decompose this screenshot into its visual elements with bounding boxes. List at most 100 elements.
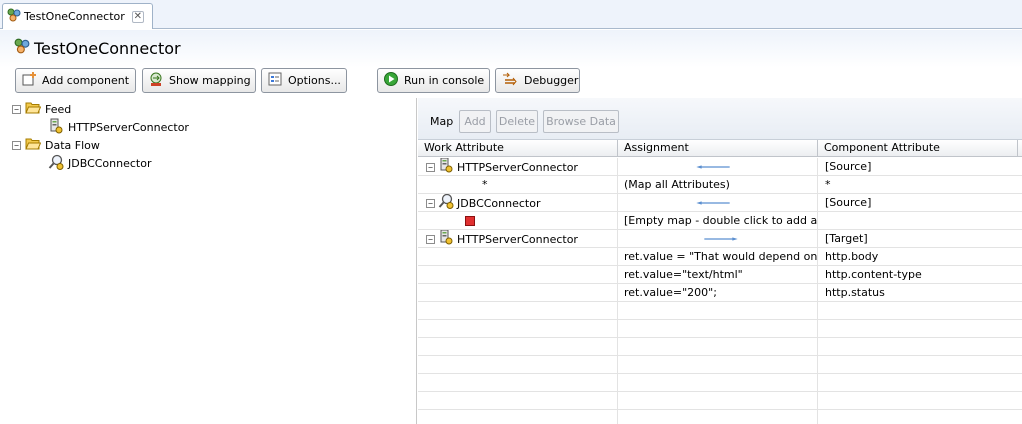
folder-open-icon	[25, 101, 42, 117]
map-label: Map	[430, 115, 454, 128]
work-attribute-cell: − HTTPServerConnector	[418, 158, 618, 176]
column-header-component-attribute[interactable]: Component Attribute	[818, 140, 1018, 157]
close-icon[interactable]: ✕	[131, 10, 144, 23]
component-attribute-cell	[818, 212, 1022, 230]
work-attribute-cell: − HTTPServerConnector	[418, 230, 618, 248]
arrow-left-icon	[696, 165, 730, 169]
folder-open-icon	[25, 137, 42, 153]
debugger-button[interactable]: Debugger	[495, 68, 580, 93]
empty-table-row	[418, 392, 1022, 410]
table-row[interactable]: − HTTPServerConnector [Source]	[418, 158, 1022, 176]
work-attribute-cell: − JDBCConnector	[418, 194, 618, 212]
work-attribute-cell	[418, 212, 618, 230]
work-attribute-cell	[418, 248, 618, 266]
tree-node-http-server-connector[interactable]: HTTPServerConnector	[48, 118, 189, 136]
assignment-cell: ret.value = "That would depend on y	[618, 248, 818, 266]
component-attribute-cell: http.body	[825, 250, 879, 263]
component-attribute-cell: *	[825, 178, 831, 191]
run-icon	[383, 71, 399, 90]
tree-node-feed[interactable]: − Feed	[12, 100, 71, 118]
work-attribute-text: HTTPServerConnector	[457, 160, 578, 174]
collapse-toggle-icon[interactable]: −	[426, 162, 435, 172]
add-component-label: Add component	[42, 74, 130, 87]
component-attribute-cell: [Source]	[825, 160, 872, 173]
arrow-left-icon	[696, 201, 730, 205]
work-attribute-text: HTTPServerConnector	[457, 232, 578, 246]
work-attribute-text: JDBCConnector	[457, 196, 541, 210]
mapping-panel: Map Add Delete Browse Data Work Attribut…	[418, 98, 1022, 424]
table-row[interactable]: ret.value = "That would depend on y http…	[418, 248, 1022, 266]
column-header-assignment[interactable]: Assignment	[618, 140, 818, 157]
editor-tab[interactable]: TestOneConnector ✕	[2, 3, 153, 29]
page-title-text: TestOneConnector	[34, 38, 181, 58]
editor-tab-strip: TestOneConnector ✕	[0, 0, 1022, 29]
tree-label-jdbc-connector: JDBCConnector	[68, 156, 152, 170]
server-connector-icon	[48, 118, 64, 137]
table-row[interactable]: − HTTPServerConnector [Target]	[418, 230, 1022, 248]
options-label: Options...	[288, 74, 341, 87]
assignment-cell: (Map all Attributes)	[618, 176, 818, 194]
table-row[interactable]: * (Map all Attributes) *	[418, 176, 1022, 194]
add-component-icon	[21, 71, 37, 90]
show-mapping-label: Show mapping	[169, 74, 251, 87]
collapse-toggle-icon[interactable]: −	[426, 198, 435, 208]
empty-table-row	[418, 410, 1022, 424]
component-attribute-cell: [Target]	[825, 232, 868, 245]
debugger-label: Debugger	[524, 74, 579, 87]
server-connector-icon	[438, 158, 454, 176]
empty-table-row	[418, 338, 1022, 356]
empty-table-row	[418, 374, 1022, 392]
arrow-right-icon	[704, 237, 738, 241]
show-mapping-button[interactable]: Show mapping	[142, 68, 256, 93]
collapse-toggle-icon[interactable]: −	[12, 104, 21, 114]
options-icon	[267, 71, 283, 90]
work-attribute-cell	[418, 284, 618, 302]
debug-icon	[501, 71, 519, 90]
work-attribute-cell: *	[418, 176, 618, 194]
table-row[interactable]: [Empty map - double click to add att	[418, 212, 1022, 230]
assignment-cell: ret.value="text/html"	[618, 266, 818, 284]
run-in-console-label: Run in console	[404, 74, 485, 87]
editor-header: TestOneConnector Add component Show mapp…	[0, 30, 1022, 98]
map-add-button[interactable]: Add	[459, 110, 491, 133]
page-title: TestOneConnector	[14, 38, 181, 58]
tab-label: TestOneConnector	[24, 10, 125, 23]
assembly-line-icon	[7, 8, 21, 25]
empty-table-row	[418, 320, 1022, 338]
assignment-cell	[618, 230, 818, 248]
assignment-cell	[618, 194, 818, 212]
column-header-work-attribute[interactable]: Work Attribute	[418, 140, 618, 157]
options-button[interactable]: Options...	[261, 68, 347, 93]
component-tree: − Feed HTTPServerConnector − Data Flow J…	[0, 98, 417, 424]
table-header: Work Attribute Assignment Component Attr…	[418, 140, 1022, 157]
assignment-cell	[618, 158, 818, 176]
server-connector-icon	[438, 230, 454, 248]
run-in-console-button[interactable]: Run in console	[377, 68, 490, 93]
assignment-cell: ret.value="200";	[618, 284, 818, 302]
mapping-icon	[148, 71, 164, 90]
assignment-cell: [Empty map - double click to add att	[618, 212, 818, 230]
assembly-line-icon	[14, 38, 30, 58]
tree-label-feed: Feed	[45, 102, 72, 116]
tree-label-data-flow: Data Flow	[45, 138, 100, 152]
table-row[interactable]: ret.value="200"; http.status	[418, 284, 1022, 302]
map-browse-data-button[interactable]: Browse Data	[543, 110, 619, 133]
mapping-toolbar: Map Add Delete Browse Data	[418, 98, 1022, 140]
empty-table-row	[418, 302, 1022, 320]
tree-node-jdbc-connector[interactable]: JDBCConnector	[48, 154, 151, 172]
mapping-table: Work Attribute Assignment Component Attr…	[418, 140, 1022, 424]
collapse-toggle-icon[interactable]: −	[426, 234, 435, 244]
table-row[interactable]: − JDBCConnector [Source]	[418, 194, 1022, 212]
component-attribute-cell: http.content-type	[825, 268, 922, 281]
map-delete-button[interactable]: Delete	[496, 110, 538, 133]
error-marker-icon	[465, 216, 475, 226]
jdbc-connector-icon	[438, 194, 454, 212]
add-component-button[interactable]: Add component	[15, 68, 136, 93]
collapse-toggle-icon[interactable]: −	[12, 140, 21, 150]
tree-node-data-flow[interactable]: − Data Flow	[12, 136, 100, 154]
tree-label-http-server-connector: HTTPServerConnector	[68, 120, 189, 134]
work-attribute-cell	[418, 266, 618, 284]
component-attribute-cell: [Source]	[825, 196, 872, 209]
table-row[interactable]: ret.value="text/html" http.content-type	[418, 266, 1022, 284]
empty-table-row	[418, 356, 1022, 374]
